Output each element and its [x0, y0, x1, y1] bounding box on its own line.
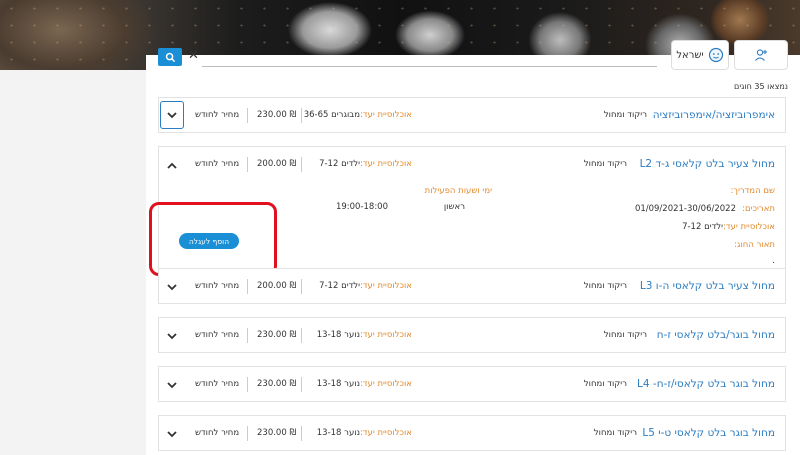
course-genre: ריקוד ומחול [583, 379, 627, 389]
course-title[interactable]: מחול צעיר בלט קלאסי ה-ו L3 [640, 280, 775, 292]
divider [247, 377, 248, 392]
monthly-price-label: מחיר לחודש [195, 379, 240, 389]
description-label: תאור החוג: [734, 240, 775, 250]
divider [247, 157, 248, 172]
search-icon [165, 52, 175, 62]
language-button[interactable]: ישראל [671, 40, 729, 70]
add-user-button[interactable] [734, 40, 788, 70]
course-age: ילדים 7-12 [319, 281, 360, 291]
course-card[interactable]: מחול בוגר בלט קלאסי ט-י L5 ריקוד ומחול א… [158, 415, 786, 451]
course-title[interactable]: מחול בוגר בלט קלאסי/ז-ח- L4 [637, 378, 775, 390]
chevron-up-icon [167, 162, 177, 169]
age-label: אוכלוסיית יעד: [360, 379, 412, 389]
clear-search-icon[interactable]: ✕ [188, 48, 199, 63]
search-button[interactable] [158, 48, 182, 66]
age-label: אוכלוסיית יעד: [360, 281, 412, 291]
divider [301, 108, 302, 123]
monthly-price-label: מחיר לחודש [195, 159, 240, 169]
monthly-price-label: מחיר לחודש [195, 110, 240, 120]
add-user-icon [755, 49, 767, 61]
divider [301, 328, 302, 343]
course-card[interactable]: אימפרוביזציה/אימפרוביזציה ריקוד ומחול או… [158, 97, 786, 133]
expand-button[interactable] [165, 329, 179, 343]
schedule-day: ראשון [443, 202, 465, 212]
course-genre: ריקוד ומחול [593, 428, 637, 438]
flag-face-icon [708, 47, 723, 63]
expand-button[interactable] [165, 280, 179, 294]
divider [247, 328, 248, 343]
course-genre: ריקוד ומחול [603, 330, 647, 340]
left-margin [0, 70, 146, 455]
age-label: אוכלוסיית יעד: [360, 428, 412, 438]
course-age: נוער 13-18 [316, 330, 360, 340]
collapse-button[interactable] [165, 158, 179, 172]
course-age: מבוגרים 36-65 [303, 110, 360, 120]
results-count: נמצאו 35 חוגים [734, 82, 788, 91]
course-age: נוער 13-18 [316, 428, 360, 438]
monthly-price-label: מחיר לחודש [195, 281, 240, 291]
chevron-down-icon [167, 381, 177, 388]
schedule-heading: ימי ושעות הפעילות [424, 186, 492, 196]
course-genre: ריקוד ומחול [583, 159, 627, 169]
course-title[interactable]: מחול בוגר/בלט קלאסי ז-ח [657, 329, 775, 341]
course-card[interactable]: מחול צעיר בלט קלאסי ג-ד L2 ריקוד ומחול א… [158, 146, 786, 182]
divider [247, 279, 248, 294]
monthly-price-label: מחיר לחודש [195, 428, 240, 438]
course-price: 230.00 ₪ [257, 379, 297, 389]
dates-value: 01/09/2021-30/06/2022 [634, 204, 736, 214]
course-price: 200.00 ₪ [257, 281, 297, 291]
description-value: . [772, 256, 775, 266]
course-price: 230.00 ₪ [257, 428, 297, 438]
course-price: 200.00 ₪ [257, 159, 297, 169]
search-input[interactable] [202, 66, 657, 67]
target-age-label: אוכלוסיית יעד: [723, 222, 775, 232]
course-age: ילדים 7-12 [319, 159, 360, 169]
course-age: נוער 13-18 [316, 379, 360, 389]
course-card[interactable]: מחול בוגר בלט קלאסי/ז-ח- L4 ריקוד ומחול … [158, 366, 786, 402]
chevron-down-icon [167, 332, 177, 339]
course-title[interactable]: אימפרוביזציה/אימפרוביזציה [653, 109, 775, 121]
monthly-price-label: מחיר לחודש [195, 330, 240, 340]
expand-button[interactable] [165, 427, 179, 441]
language-label: ישראל [676, 49, 704, 61]
course-card[interactable]: מחול בוגר/בלט קלאסי ז-ח ריקוד ומחול אוכל… [158, 317, 786, 353]
course-price: 230.00 ₪ [257, 110, 297, 120]
schedule-hours: 19:00-18:00 [335, 202, 388, 212]
divider [301, 426, 302, 441]
age-label: אוכלוסיית יעד: [360, 159, 412, 169]
highlight-annotation [149, 202, 277, 276]
chevron-down-icon [167, 283, 177, 290]
divider [301, 279, 302, 294]
dates-label: תאריכים: [742, 204, 775, 214]
chevron-down-icon [167, 430, 177, 437]
chevron-down-icon [167, 111, 177, 118]
instructor-label: שם המדריך: [730, 186, 775, 196]
expand-button[interactable] [160, 101, 184, 129]
age-label: אוכלוסיית יעד: [360, 330, 412, 340]
course-card[interactable]: מחול צעיר בלט קלאסי ה-ו L3 ריקוד ומחול א… [158, 268, 786, 304]
target-age-value: ילדים 7-12 [682, 222, 723, 232]
expand-button[interactable] [165, 378, 179, 392]
course-price: 230.00 ₪ [257, 330, 297, 340]
divider [247, 426, 248, 441]
divider [247, 108, 248, 123]
course-title[interactable]: מחול בוגר בלט קלאסי ט-י L5 [642, 427, 775, 439]
divider [301, 377, 302, 392]
divider [301, 157, 302, 172]
age-label: אוכלוסיית יעד: [360, 110, 412, 120]
course-title[interactable]: מחול צעיר בלט קלאסי ג-ד L2 [640, 158, 775, 170]
course-genre: ריקוד ומחול [583, 281, 627, 291]
course-genre: ריקוד ומחול [603, 110, 647, 120]
